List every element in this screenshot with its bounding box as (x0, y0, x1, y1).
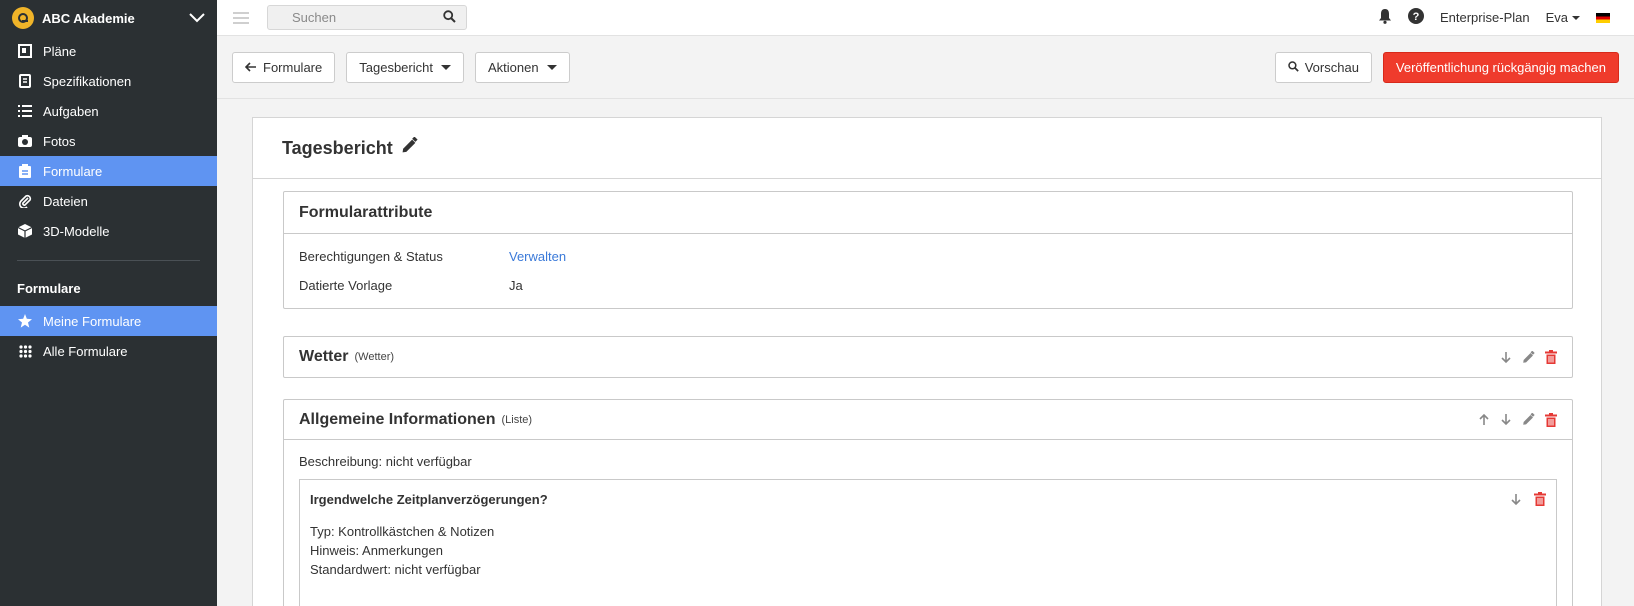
caret-down-icon (546, 64, 557, 70)
form-attributes-card: Formularattribute Berechtigungen & Statu… (283, 191, 1573, 309)
form-dropdown-label: Tagesbericht (359, 59, 433, 75)
sidebar-item-formulare[interactable]: Formulare (0, 156, 217, 186)
arrow-down-icon[interactable] (1500, 351, 1512, 364)
sidebar-item-aufgaben[interactable]: Aufgaben (0, 96, 217, 126)
cube-icon (17, 223, 33, 239)
pencil-icon[interactable] (401, 136, 418, 159)
sidebar-item-alle-formulare[interactable]: Alle Formulare (0, 336, 217, 366)
caret-down-icon (440, 64, 451, 70)
plan-link[interactable]: Enterprise-Plan (1440, 10, 1530, 25)
pencil-icon[interactable] (1522, 350, 1535, 364)
back-to-forms-button[interactable]: Formulare (232, 51, 336, 83)
caret-down-icon (1572, 15, 1580, 20)
top-bar: Suchen ? Enterprise-Plan Eva (217, 0, 1634, 36)
field-details: Typ: Kontrollkästchen & Notizen Hinweis:… (300, 518, 1556, 589)
section-title: Wetter (299, 348, 349, 365)
sidebar: ABC Akademie Pläne Spezifikationen Aufga… (0, 0, 217, 606)
arrow-down-icon[interactable] (1510, 493, 1522, 506)
hamburger-menu-icon[interactable] (233, 9, 249, 27)
form-title-bar: Tagesbericht (253, 118, 1601, 179)
section-card-wetter: Wetter (Wetter) (283, 336, 1573, 378)
section-type: (Liste) (501, 413, 533, 426)
search-placeholder: Suchen (292, 10, 337, 25)
section-type: (Wetter) (354, 351, 395, 363)
card-header: Formularattribute (284, 192, 1572, 234)
unpublish-button[interactable]: Veröffentlichung rückgängig machen (1382, 51, 1619, 83)
sidebar-item-label: Formulare (43, 163, 103, 179)
sidebar-item-plaene[interactable]: Pläne (0, 36, 217, 66)
field-detail-line: Hinweis: Anmerkungen (310, 543, 443, 558)
back-button-label: Formulare (263, 59, 323, 75)
arrow-down-icon[interactable] (1500, 413, 1512, 426)
help-icon[interactable]: ? (1407, 8, 1424, 27)
actions-dropdown-button[interactable]: Aktionen (474, 51, 570, 83)
sidebar-item-label: Aufgaben (43, 103, 99, 119)
preview-button-label: Vorschau (1304, 59, 1359, 75)
field-detail-line: Typ: Kontrollkästchen & Notizen (310, 524, 495, 539)
org-logo-icon (12, 7, 34, 29)
sidebar-item-spezifikationen[interactable]: Spezifikationen (0, 66, 217, 96)
form-field-card: Irgendwelche Zeitplanverzögerungen? Typ:… (299, 479, 1557, 606)
sidebar-item-meine-formulare[interactable]: Meine Formulare (0, 306, 217, 336)
field-title: Irgendwelche Zeitplanverzögerungen? (310, 491, 548, 507)
field-detail-line: Standardwert: nicht verfügbar (310, 562, 481, 577)
grid-icon (17, 343, 33, 359)
attribute-row: Datierte Vorlage Ja (284, 271, 1572, 300)
org-switcher[interactable]: ABC Akademie (0, 0, 217, 36)
sidebar-item-label: 3D-Modelle (43, 223, 110, 239)
specs-icon (17, 73, 33, 89)
section-description: Beschreibung: nicht verfügbar (299, 454, 472, 469)
sidebar-item-label: Alle Formulare (43, 343, 128, 359)
preview-button[interactable]: Vorschau (1274, 51, 1372, 83)
clipboard-icon (17, 163, 33, 179)
attribute-row: Berechtigungen & Status Verwalten (284, 242, 1572, 271)
card-header: Wetter (Wetter) (284, 337, 1572, 377)
org-name: ABC Akademie (42, 10, 135, 26)
sidebar-item-label: Pläne (43, 43, 77, 59)
form-title: Tagesbericht (282, 137, 393, 158)
trash-icon[interactable] (1545, 412, 1557, 427)
form-toolbar: Formulare Tagesbericht Aktionen Vorschau… (217, 36, 1634, 99)
attribute-value: Ja (509, 278, 523, 293)
sidebar-item-label: Dateien (43, 193, 88, 209)
tasks-icon (17, 103, 33, 119)
form-dropdown-button[interactable]: Tagesbericht (346, 51, 464, 83)
paperclip-icon (17, 193, 33, 209)
german-flag-icon[interactable] (1596, 12, 1610, 23)
attribute-key: Berechtigungen & Status (299, 249, 443, 264)
card-header: Allgemeine Informationen (Liste) (284, 400, 1572, 440)
arrow-up-icon[interactable] (1478, 413, 1490, 426)
sidebar-divider (17, 260, 200, 261)
search-icon (1287, 60, 1299, 75)
star-icon (17, 313, 33, 329)
attribute-key: Datierte Vorlage (299, 278, 393, 293)
field-header: Irgendwelche Zeitplanverzögerungen? (300, 480, 1556, 518)
chevron-down-icon[interactable] (189, 11, 205, 26)
card-title: Formularattribute (299, 203, 433, 221)
camera-icon (17, 133, 33, 149)
sidebar-item-dateien[interactable]: Dateien (0, 186, 217, 216)
sidebar-item-label: Spezifikationen (43, 73, 132, 89)
plans-icon (17, 43, 33, 59)
search-icon[interactable] (443, 9, 456, 26)
section-card-allgemeine-informationen: Allgemeine Informationen (Liste) Beschre… (283, 399, 1573, 606)
svg-text:?: ? (1413, 11, 1420, 23)
sidebar-item-label: Fotos (43, 133, 76, 149)
user-name: Eva (1545, 10, 1568, 25)
manage-permissions-link[interactable]: Verwalten (509, 249, 566, 264)
sidebar-item-3d-modelle[interactable]: 3D-Modelle (0, 216, 217, 246)
section-title: Allgemeine Informationen (299, 410, 496, 428)
sidebar-item-label: Meine Formulare (43, 313, 142, 329)
form-editor-panel: Tagesbericht Formularattribute Berechtig… (252, 117, 1602, 606)
search-input[interactable]: Suchen (267, 5, 467, 30)
trash-icon[interactable] (1534, 492, 1546, 506)
sidebar-section-title: Formulare (17, 281, 81, 296)
sidebar-item-fotos[interactable]: Fotos (0, 126, 217, 156)
user-menu[interactable]: Eva (1546, 10, 1580, 25)
actions-dropdown-label: Aktionen (487, 59, 539, 75)
trash-icon[interactable] (1545, 350, 1557, 364)
arrow-left-icon (244, 60, 257, 75)
bell-icon[interactable] (1378, 8, 1392, 27)
pencil-icon[interactable] (1522, 413, 1535, 426)
